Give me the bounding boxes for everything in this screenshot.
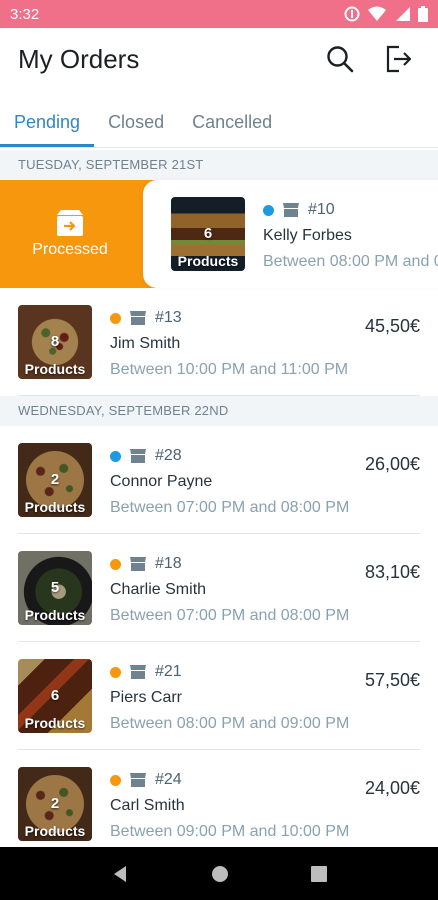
store-icon	[130, 557, 146, 571]
tab-pending[interactable]: Pending	[0, 100, 95, 147]
order-number: #13	[155, 309, 182, 326]
order-thumbnail: 5 Products	[18, 551, 92, 625]
product-count: 6	[203, 225, 213, 242]
recents-icon[interactable]	[311, 865, 327, 882]
customer-name: Jim Smith	[110, 335, 181, 352]
order-price: 45,50€	[364, 316, 420, 336]
product-count: 6	[50, 687, 60, 704]
store-icon	[130, 449, 146, 463]
order-thumbnail: 2 Products	[18, 767, 92, 841]
products-label: Products	[24, 607, 86, 623]
order-price: 83,10€	[364, 562, 420, 582]
order-row[interactable]: 8 Products #13 Jim Smith Between 10:00 P…	[0, 288, 438, 396]
order-number: #18	[155, 555, 182, 572]
status-dot	[110, 666, 121, 678]
status-dot	[110, 774, 121, 786]
page-title: My Orders	[18, 43, 140, 74]
product-count: 8	[50, 333, 60, 350]
order-tabs: Pending Closed Cancelled	[0, 100, 438, 148]
order-number: #28	[155, 447, 182, 464]
order-number: #24	[155, 771, 182, 788]
logout-icon	[386, 45, 412, 73]
status-dot	[263, 204, 274, 216]
customer-name: Carl Smith	[110, 797, 185, 814]
logout-button[interactable]	[376, 37, 420, 81]
status-time: 3:32	[10, 5, 40, 23]
store-icon	[130, 311, 146, 325]
orders-list[interactable]: TUESDAY, SEPTEMBER 21ST Processed 6 Prod…	[0, 150, 438, 847]
store-icon	[130, 665, 146, 679]
order-thumbnail: 6 Products	[18, 659, 92, 733]
section-header: WEDNESDAY, SEPTEMBER 22ND	[0, 396, 438, 426]
order-price: 26,00€	[364, 454, 420, 474]
app-bar: My Orders	[0, 28, 438, 90]
section-header: TUESDAY, SEPTEMBER 21ST	[0, 150, 438, 180]
store-icon	[130, 773, 146, 787]
order-thumbnail: 8 Products	[18, 305, 92, 379]
processed-action-button[interactable]: Processed	[0, 180, 160, 288]
order-number: #21	[155, 663, 182, 680]
order-row[interactable]: 2 Products #24 Carl Smith Between 09:00 …	[0, 750, 438, 847]
customer-name: Charlie Smith	[110, 581, 207, 598]
delivery-window: Between 07:00 PM and 08:00 PM	[110, 499, 350, 516]
customer-name: Connor Payne	[110, 473, 213, 490]
order-card[interactable]: 6 Products #10 Kelly Forbes Between 08:0…	[143, 180, 438, 288]
delivery-window: Between 07:00 PM and 08:00 PM	[110, 607, 350, 624]
order-price: 57,50€	[364, 670, 420, 690]
order-number: #10	[308, 201, 335, 218]
status-dot	[110, 450, 121, 462]
order-info: #10 Kelly Forbes Between 08:00 PM and 09…	[263, 197, 438, 271]
order-row-swiped[interactable]: Processed 6 Products #10 Kelly Forbes Be…	[0, 180, 438, 288]
products-label: Products	[24, 823, 86, 839]
order-row[interactable]: 2 Products #28 Connor Payne Between 07:0…	[0, 426, 438, 534]
system-nav-bar	[0, 847, 438, 900]
status-bar: 3:32	[0, 0, 438, 28]
delivery-window: Between 08:00 PM and 09:00 PM	[110, 715, 350, 732]
products-label: Products	[177, 253, 239, 269]
box-arrow-icon	[57, 210, 83, 236]
status-icons	[344, 6, 428, 22]
home-icon[interactable]	[211, 865, 229, 883]
product-count: 5	[50, 579, 60, 596]
status-dot	[110, 558, 121, 570]
store-icon	[283, 203, 299, 217]
delivery-window: Between 09:00 PM and 10:00 PM	[110, 823, 350, 840]
delivery-window: Between 10:00 PM and 11:00 PM	[110, 361, 349, 378]
processed-label: Processed	[32, 241, 108, 258]
wifi-icon	[368, 6, 386, 21]
order-price: 24,00€	[364, 778, 420, 798]
order-thumbnail: 2 Products	[18, 443, 92, 517]
delivery-window: Between 08:00 PM and 09:00 PM	[263, 253, 438, 270]
products-label: Products	[24, 499, 86, 515]
product-count: 2	[50, 471, 60, 488]
order-row[interactable]: 5 Products #18 Charlie Smith Between 07:…	[0, 534, 438, 642]
battery-icon	[418, 6, 428, 22]
status-dot	[110, 312, 121, 324]
order-thumbnail: 6 Products	[171, 197, 245, 271]
search-icon	[327, 46, 354, 73]
back-icon[interactable]	[111, 865, 129, 883]
products-label: Products	[24, 361, 86, 377]
order-row[interactable]: 6 Products #21 Piers Carr Between 08:00 …	[0, 642, 438, 750]
customer-name: Kelly Forbes	[263, 227, 352, 244]
signal-icon	[396, 7, 410, 21]
products-label: Products	[24, 715, 86, 731]
customer-name: Piers Carr	[110, 689, 183, 706]
product-count: 2	[50, 795, 60, 812]
tab-closed[interactable]: Closed	[94, 100, 178, 147]
data-saver-icon	[344, 6, 360, 22]
tab-cancelled[interactable]: Cancelled	[178, 100, 286, 147]
search-button[interactable]	[318, 37, 362, 81]
